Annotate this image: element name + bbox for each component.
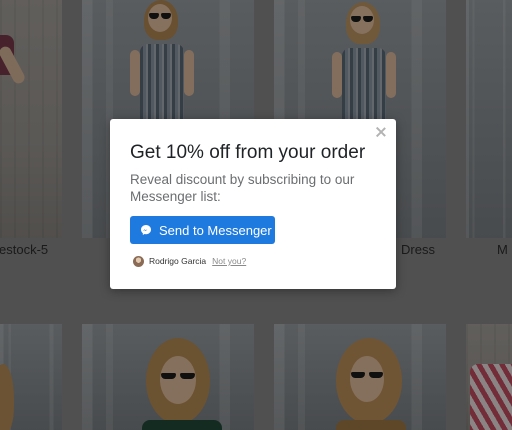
popup-title: Get 10% off from your order [130,142,366,163]
avatar [133,255,144,267]
user-row: Rodrigo Garcia Not you? [133,255,246,267]
user-name: Rodrigo Garcia [149,256,207,266]
close-icon[interactable] [374,125,388,139]
popup-description: Reveal discount by subscribing to our Me… [130,172,355,204]
send-to-messenger-button[interactable]: Send to Messenger [130,216,275,244]
not-you-link[interactable]: Not you? [212,256,246,266]
send-to-messenger-label: Send to Messenger [159,222,272,238]
discount-popup: Get 10% off from your order Reveal disco… [110,119,396,289]
messenger-icon [141,225,151,235]
